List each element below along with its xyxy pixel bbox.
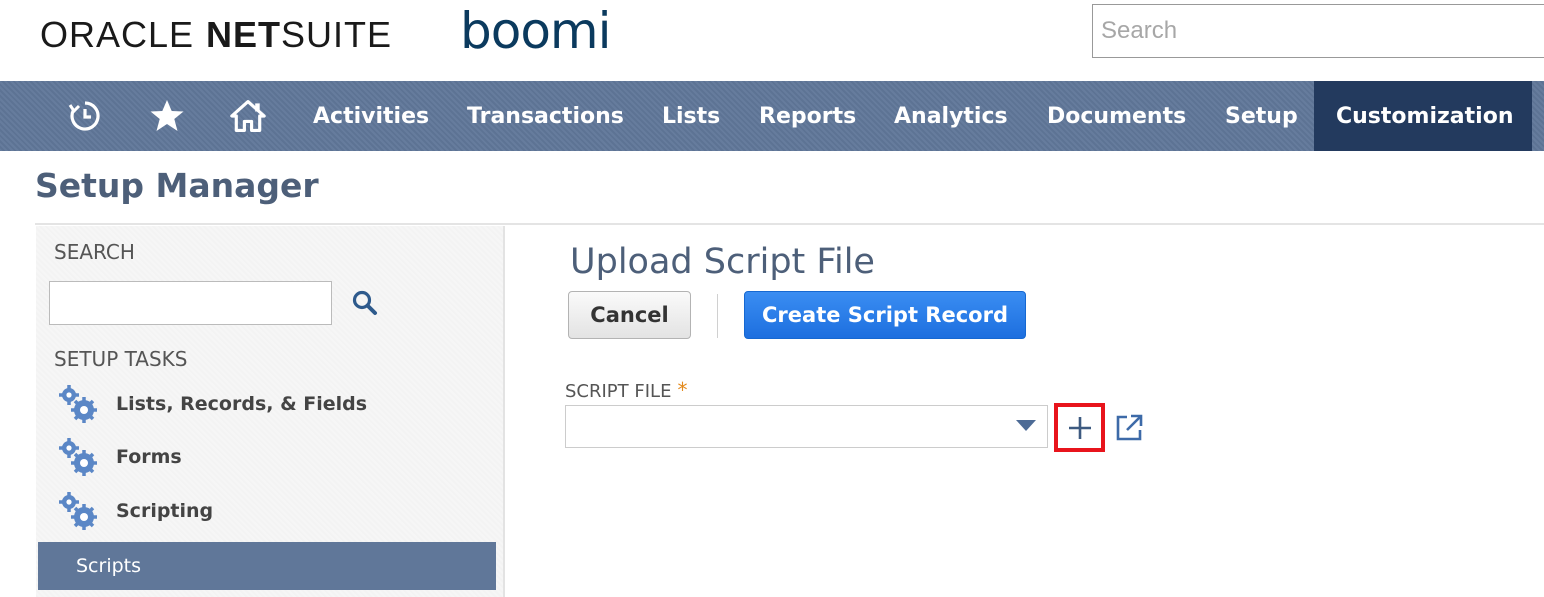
nav-setup[interactable]: Setup: [1225, 81, 1298, 151]
main-navbar: Activities Transactions Lists Reports An…: [0, 81, 1544, 151]
script-file-select[interactable]: [565, 405, 1048, 448]
cancel-button[interactable]: Cancel: [568, 291, 691, 339]
gears-icon: [59, 492, 97, 530]
page-title: Setup Manager: [35, 166, 319, 205]
nav-activities[interactable]: Activities: [313, 81, 429, 151]
plus-icon: [1068, 416, 1091, 439]
setup-sidebar: SEARCH SETUP TASKS Lists, Records, & Fie…: [36, 226, 505, 597]
logo-text-oracle: ORACLE: [40, 14, 195, 55]
global-search-input[interactable]: [1092, 4, 1544, 58]
open-external-icon[interactable]: [1114, 413, 1144, 443]
sidebar-search-input[interactable]: [49, 281, 332, 325]
sidebar-task-lists-records-fields[interactable]: Lists, Records, & Fields: [58, 384, 367, 424]
gears-icon: [59, 385, 97, 423]
star-icon[interactable]: [149, 98, 185, 134]
chevron-down-icon[interactable]: [1016, 420, 1036, 431]
sidebar-item-scripts[interactable]: Scripts: [38, 542, 496, 590]
sidebar-task-forms[interactable]: Forms: [58, 437, 182, 477]
nav-customization[interactable]: Customization: [1314, 81, 1532, 151]
required-mark: *: [677, 378, 688, 402]
recent-icon-svg: [68, 101, 100, 131]
sidebar-task-label: Forms: [116, 446, 182, 468]
create-script-record-button[interactable]: Create Script Record: [744, 291, 1026, 339]
button-separator: [717, 294, 718, 338]
sidebar-task-label: Lists, Records, & Fields: [116, 393, 368, 415]
nav-analytics[interactable]: Analytics: [894, 81, 1008, 151]
nav-documents[interactable]: Documents: [1047, 81, 1186, 151]
sidebar-tasks-label: SETUP TASKS: [54, 347, 188, 371]
logo-text-net: NET: [206, 14, 282, 55]
script-file-label: SCRIPT FILE *: [565, 378, 687, 402]
home-icon[interactable]: [230, 98, 266, 134]
logo-text-suite: SUITE: [281, 14, 393, 55]
nav-lists[interactable]: Lists: [662, 81, 720, 151]
nav-transactions[interactable]: Transactions: [467, 81, 624, 151]
add-new-file-button[interactable]: [1054, 403, 1105, 452]
form-title: Upload Script File: [570, 242, 875, 282]
star-icon-svg: [150, 100, 184, 131]
boomi-logo: boomi: [460, 2, 612, 60]
script-file-label-text: SCRIPT FILE: [565, 381, 672, 402]
sidebar-task-scripting[interactable]: Scripting: [58, 491, 213, 531]
nav-reports[interactable]: Reports: [759, 81, 856, 151]
home-icon-svg: [230, 100, 266, 132]
oracle-netsuite-logo[interactable]: ORACLE NETSUITE: [40, 14, 392, 56]
sidebar-search-label: SEARCH: [54, 240, 135, 264]
title-divider: [35, 223, 1544, 225]
sidebar-task-label: Scripting: [116, 500, 214, 522]
search-icon[interactable]: [350, 288, 380, 318]
app-header: ORACLE NETSUITE boomi: [0, 0, 1544, 81]
gears-icon: [59, 438, 97, 476]
recent-icon[interactable]: [67, 98, 103, 134]
